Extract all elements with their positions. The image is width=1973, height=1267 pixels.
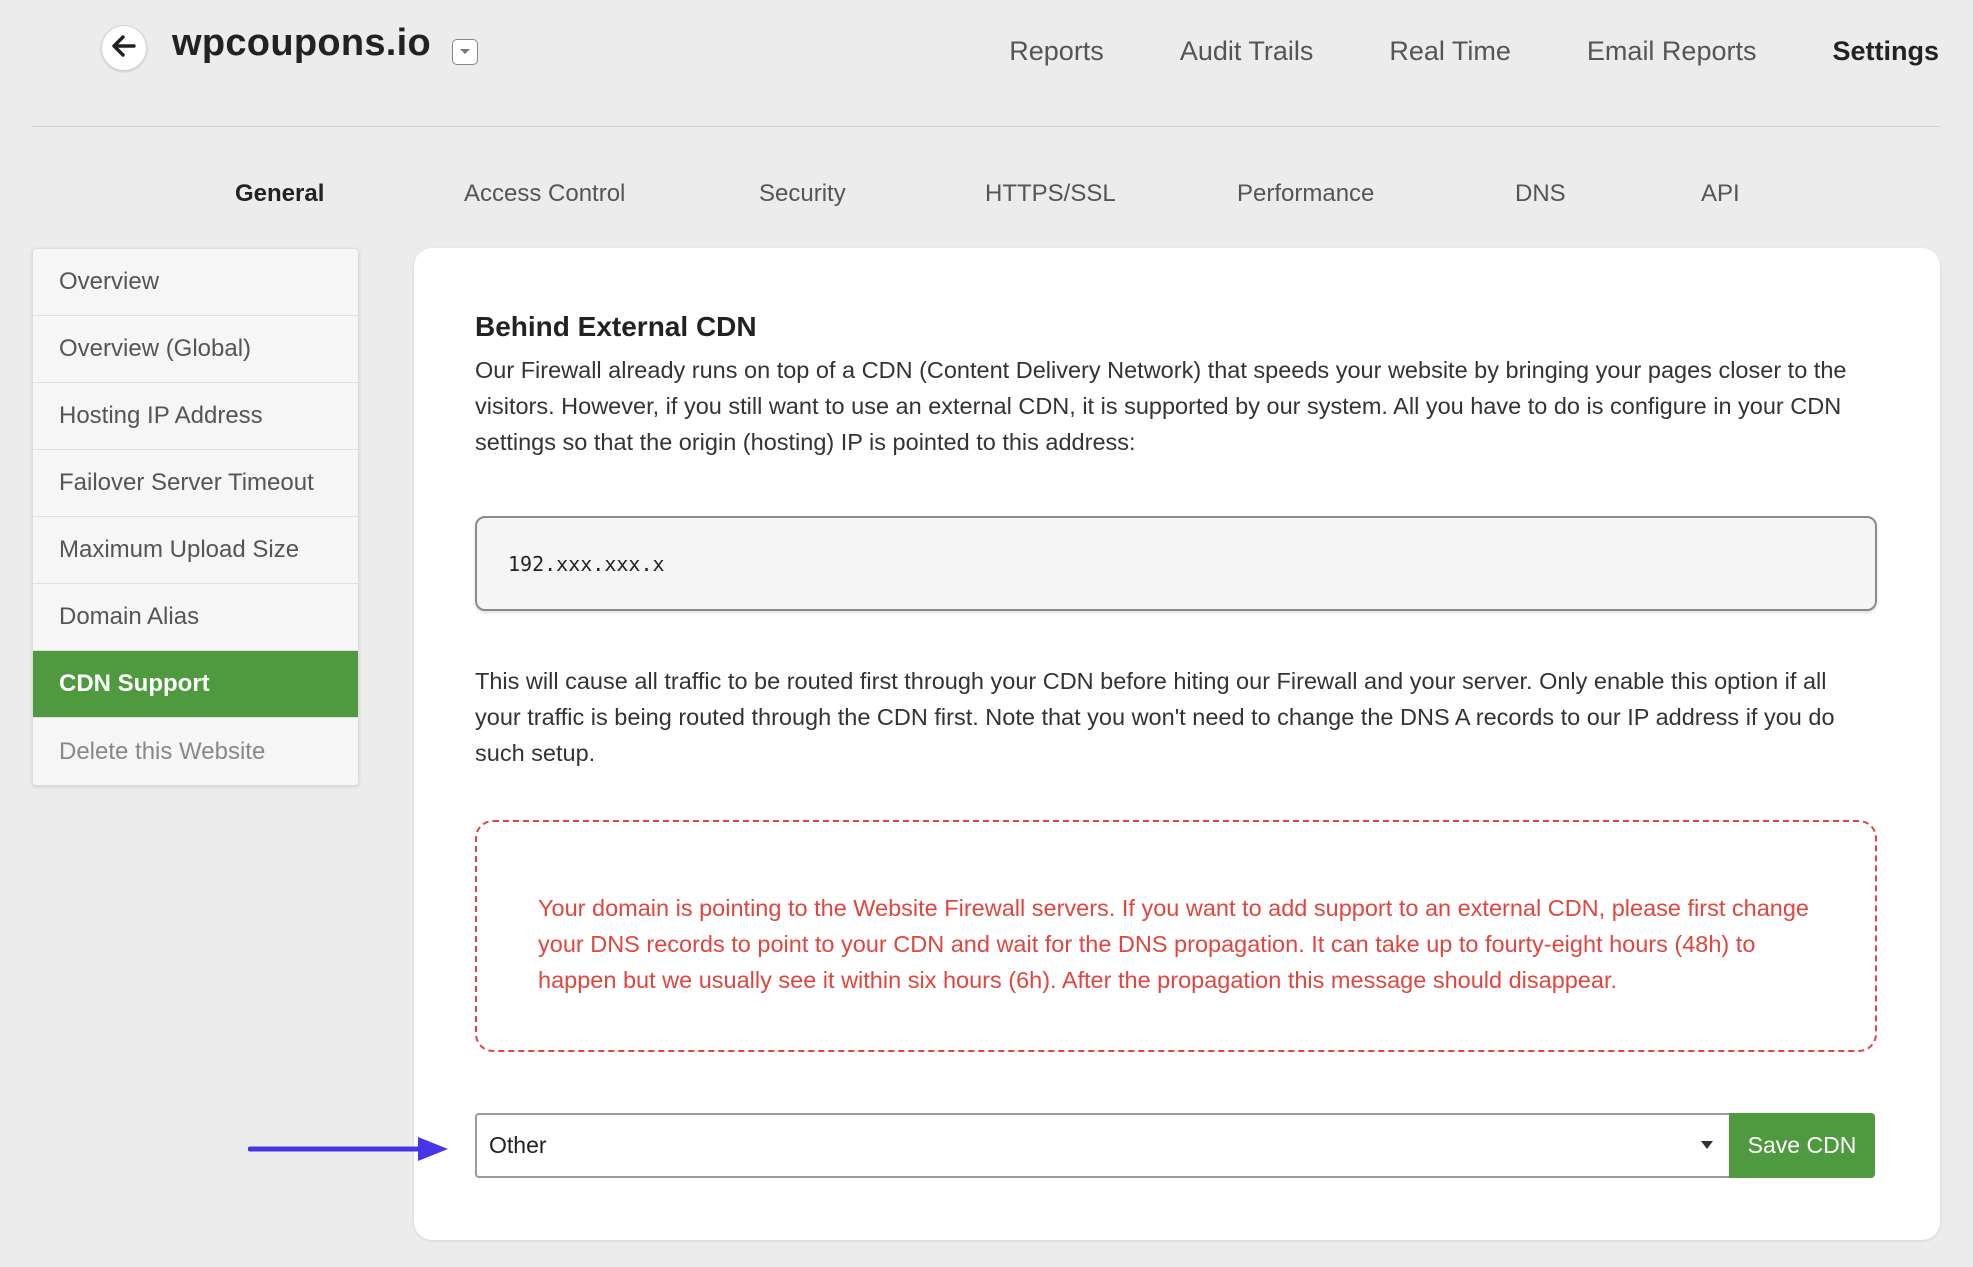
- nav-email-reports[interactable]: Email Reports: [1587, 36, 1757, 67]
- nav-settings[interactable]: Settings: [1832, 36, 1939, 67]
- dns-warning-alert: Your domain is pointing to the Website F…: [475, 820, 1877, 1052]
- tab-performance[interactable]: Performance: [1237, 180, 1374, 208]
- sidebar-item-hosting-ip-address[interactable]: Hosting IP Address: [33, 383, 358, 450]
- nav-reports[interactable]: Reports: [1009, 36, 1104, 67]
- sidebar-item-overview[interactable]: Overview: [33, 249, 358, 316]
- site-switcher-dropdown[interactable]: [452, 39, 478, 65]
- settings-tabs: General Access Control Security HTTPS/SS…: [0, 180, 1973, 220]
- cdn-provider-select[interactable]: Other: [475, 1113, 1729, 1178]
- cdn-settings-panel: Behind External CDN Our Firewall already…: [414, 248, 1940, 1240]
- top-bar: wpcoupons.io Reports Audit Trails Real T…: [0, 0, 1973, 127]
- save-cdn-button[interactable]: Save CDN: [1729, 1113, 1875, 1178]
- main-nav: Reports Audit Trails Real Time Email Rep…: [933, 36, 1939, 67]
- tab-dns[interactable]: DNS: [1515, 180, 1566, 208]
- sidebar-item-cdn-support[interactable]: CDN Support: [33, 651, 358, 718]
- sidebar-item-failover-server-timeout[interactable]: Failover Server Timeout: [33, 450, 358, 517]
- sidebar-item-domain-alias[interactable]: Domain Alias: [33, 584, 358, 651]
- header-divider: [32, 126, 1940, 127]
- dns-warning-text: Your domain is pointing to the Website F…: [538, 895, 1809, 993]
- tab-https-ssl[interactable]: HTTPS/SSL: [985, 180, 1116, 208]
- nav-real-time[interactable]: Real Time: [1389, 36, 1511, 67]
- cdn-select-row: Other Save CDN: [475, 1113, 1877, 1178]
- tab-access-control[interactable]: Access Control: [464, 180, 625, 208]
- tab-general[interactable]: General: [235, 180, 324, 208]
- routing-note-text: This will cause all traffic to be routed…: [475, 668, 1835, 766]
- cdn-select-value: Other: [489, 1132, 547, 1158]
- cdn-intro-text: Our Firewall already runs on top of a CD…: [475, 357, 1847, 455]
- annotation-arrow-icon: [248, 1137, 448, 1161]
- settings-sidebar: Overview Overview (Global) Hosting IP Ad…: [32, 248, 359, 786]
- chevron-down-icon: [459, 43, 471, 61]
- nav-audit-trails[interactable]: Audit Trails: [1180, 36, 1314, 67]
- panel-title: Behind External CDN: [475, 311, 757, 342]
- sidebar-item-overview-global[interactable]: Overview (Global): [33, 316, 358, 383]
- arrow-left-icon: [112, 34, 136, 62]
- back-button[interactable]: [101, 25, 147, 71]
- tab-api[interactable]: API: [1701, 180, 1740, 208]
- sidebar-item-maximum-upload-size[interactable]: Maximum Upload Size: [33, 517, 358, 584]
- caret-down-icon: [1701, 1141, 1713, 1149]
- sidebar-item-delete-website[interactable]: Delete this Website: [33, 718, 358, 785]
- origin-ip-field[interactable]: 192.xxx.xxx.x: [475, 516, 1877, 611]
- tab-security[interactable]: Security: [759, 180, 846, 208]
- site-title: wpcoupons.io: [172, 22, 432, 64]
